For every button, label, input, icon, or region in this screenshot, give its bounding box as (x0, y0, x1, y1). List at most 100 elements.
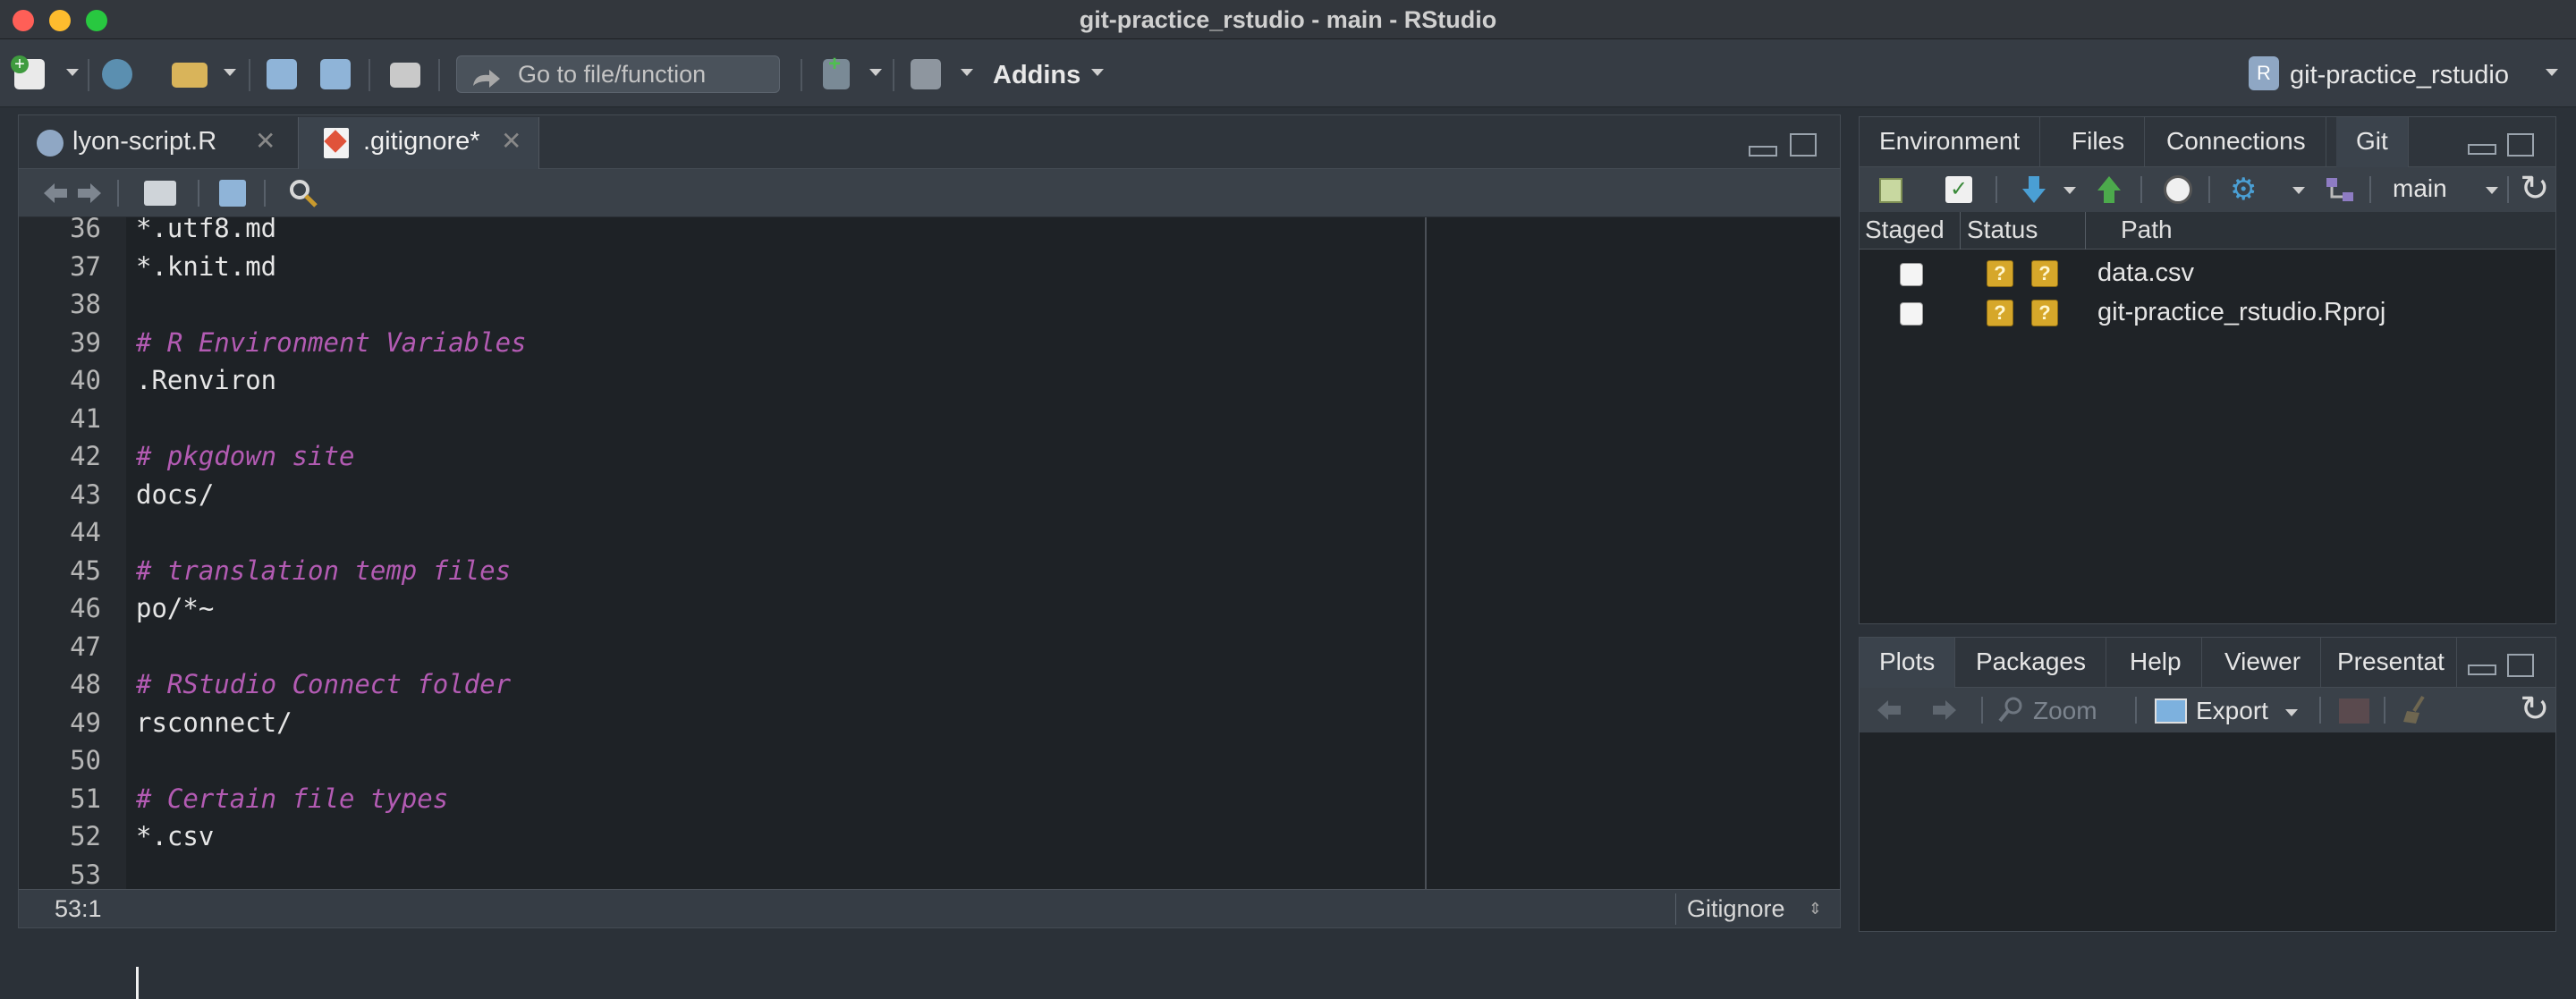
tab-files[interactable]: Files (2052, 117, 2146, 167)
code-comment-line: # R Environment Variables (136, 326, 527, 358)
minimize-pane-icon[interactable] (2468, 665, 2496, 675)
diff-icon[interactable] (1879, 178, 1902, 203)
export-button[interactable]: Export (2155, 695, 2307, 727)
back-arrow-icon[interactable] (42, 182, 69, 209)
file-type-label: Gitignore (1687, 895, 1785, 922)
code-line: .Renviron (136, 365, 277, 395)
source-editor-pane: lyon-script.R ✕ .gitignore* ✕ 36 37 38 39 40… (18, 114, 1841, 999)
text-cursor (136, 967, 139, 999)
column-staged[interactable]: Staged (1865, 216, 1945, 244)
main-toolbar: + Go to file/function + Addins R git-pra… (0, 39, 2576, 107)
r-file-icon (37, 130, 64, 157)
new-file-dropdown-icon[interactable] (66, 69, 79, 76)
next-plot-icon[interactable] (1931, 698, 1958, 726)
stage-checkbox[interactable] (1900, 263, 1923, 286)
refresh-icon[interactable]: ↻ (2520, 169, 2550, 208)
gear-dropdown-icon[interactable] (2292, 187, 2305, 194)
environment-files-git-pane: Environment Files Connections Git ✓ ⚙ ma… (1859, 116, 2556, 624)
close-tab-icon[interactable]: ✕ (501, 117, 521, 165)
addins-dropdown-icon[interactable] (1091, 69, 1104, 76)
git-vcs-icon[interactable]: + (823, 52, 850, 89)
branch-label: main (2393, 174, 2447, 202)
tab-packages[interactable]: Packages (1956, 638, 2106, 688)
tab-label: .gitignore* (363, 127, 480, 156)
maximize-pane-icon[interactable] (2507, 133, 2534, 157)
vcs-dropdown-icon[interactable] (869, 69, 882, 76)
new-project-icon[interactable] (102, 59, 132, 89)
addins-menu[interactable]: Addins (993, 57, 1080, 93)
open-recent-dropdown-icon[interactable] (224, 69, 236, 76)
zoom-label: Zoom (2033, 697, 2097, 724)
tab-viewer[interactable]: Viewer (2205, 638, 2322, 688)
open-file-icon[interactable] (172, 63, 208, 88)
project-dropdown-icon[interactable] (2546, 69, 2558, 76)
stage-checkbox[interactable] (1900, 302, 1923, 326)
refresh-plots-icon[interactable]: ↻ (2520, 690, 2550, 729)
gear-icon[interactable]: ⚙ (2230, 174, 2257, 205)
minimize-pane-icon[interactable] (1749, 146, 1777, 157)
tab-plots[interactable]: Plots (1860, 638, 1956, 688)
close-tab-icon[interactable]: ✕ (255, 117, 275, 165)
new-file-icon[interactable]: + (11, 55, 45, 89)
toolbar-separator (249, 59, 250, 91)
toolbar-separator (801, 59, 802, 91)
toolbar-separator (2384, 697, 2385, 724)
remove-plot-icon[interactable] (2339, 698, 2369, 724)
code-comment-line: # pkgdown site (136, 441, 355, 471)
pane-layout-icon[interactable] (911, 59, 941, 89)
go-to-placeholder: Go to file/function (518, 61, 707, 88)
tab-environment[interactable]: Environment (1860, 117, 2041, 167)
forward-arrow-icon[interactable] (76, 182, 103, 209)
project-menu[interactable]: git-practice_rstudio (2290, 57, 2509, 93)
branch-dropdown-icon[interactable] (2486, 187, 2498, 194)
toolbar-separator (2369, 176, 2371, 203)
git-file-icon (324, 128, 349, 158)
print-icon[interactable] (390, 63, 420, 88)
tab-help[interactable]: Help (2110, 638, 2202, 688)
maximize-pane-icon[interactable] (1790, 133, 1817, 157)
git-file-row[interactable]: ? ? git-practice_rstudio.Rproj (1860, 294, 2555, 334)
git-file-row[interactable]: ? ? data.csv (1860, 255, 2555, 294)
pane-layout-dropdown-icon[interactable] (961, 69, 973, 76)
tab-gitignore[interactable]: .gitignore* ✕ (298, 117, 539, 169)
toolbar-separator (893, 59, 894, 91)
previous-plot-icon[interactable] (1876, 698, 1902, 726)
column-path[interactable]: Path (2121, 216, 2173, 244)
find-replace-icon[interactable] (287, 178, 319, 213)
save-icon[interactable] (267, 59, 297, 89)
plots-packages-help-pane: Plots Packages Help Viewer Presentat Zoo… (1859, 637, 2556, 932)
file-type-selector[interactable]: Gitignore ⇕ (1675, 893, 1831, 925)
cursor-position[interactable]: 53:1 (55, 895, 102, 923)
toolbar-separator (117, 180, 119, 207)
tab-git[interactable]: Git (2336, 117, 2409, 167)
minimize-pane-icon[interactable] (2468, 144, 2496, 155)
toolbar-separator (2319, 697, 2321, 724)
column-status[interactable]: Status (1967, 216, 2038, 244)
pull-icon[interactable] (2021, 174, 2047, 209)
push-icon[interactable] (2096, 174, 2123, 209)
toolbar-separator (1996, 176, 1997, 203)
go-to-file-function-input[interactable]: Go to file/function (456, 55, 780, 93)
tab-connections[interactable]: Connections (2147, 117, 2326, 167)
pull-dropdown-icon[interactable] (2063, 187, 2076, 194)
zoom-button[interactable]: Zoom (1997, 695, 2105, 727)
code-line: *.csv (136, 821, 215, 851)
history-clock-icon[interactable] (2164, 175, 2192, 204)
tab-presentation[interactable]: Presentat (2318, 638, 2457, 688)
git-toolbar: ✓ ⚙ main ↻ (1860, 167, 2555, 212)
show-in-window-icon[interactable] (144, 181, 176, 206)
branch-selector[interactable]: main (2393, 173, 2447, 205)
file-path: git-practice_rstudio.Rproj (2097, 298, 2386, 326)
toolbar-separator (2507, 176, 2509, 203)
maximize-pane-icon[interactable] (2507, 654, 2534, 677)
editor-toolbar (19, 169, 1840, 217)
code-area[interactable]: *.utf8.md *.knit.md # R Environment Variab… (19, 217, 1840, 889)
commit-icon[interactable]: ✓ (1945, 176, 1972, 203)
new-branch-icon[interactable] (2325, 176, 2355, 203)
status-untracked-icon: ? (1987, 300, 2013, 326)
tab-lyon-script[interactable]: lyon-script.R ✕ (28, 117, 294, 169)
save-all-icon[interactable] (320, 59, 351, 89)
clear-all-plots-icon[interactable] (2402, 695, 2430, 730)
export-label: Export (2196, 697, 2268, 724)
save-file-icon[interactable] (219, 180, 246, 207)
